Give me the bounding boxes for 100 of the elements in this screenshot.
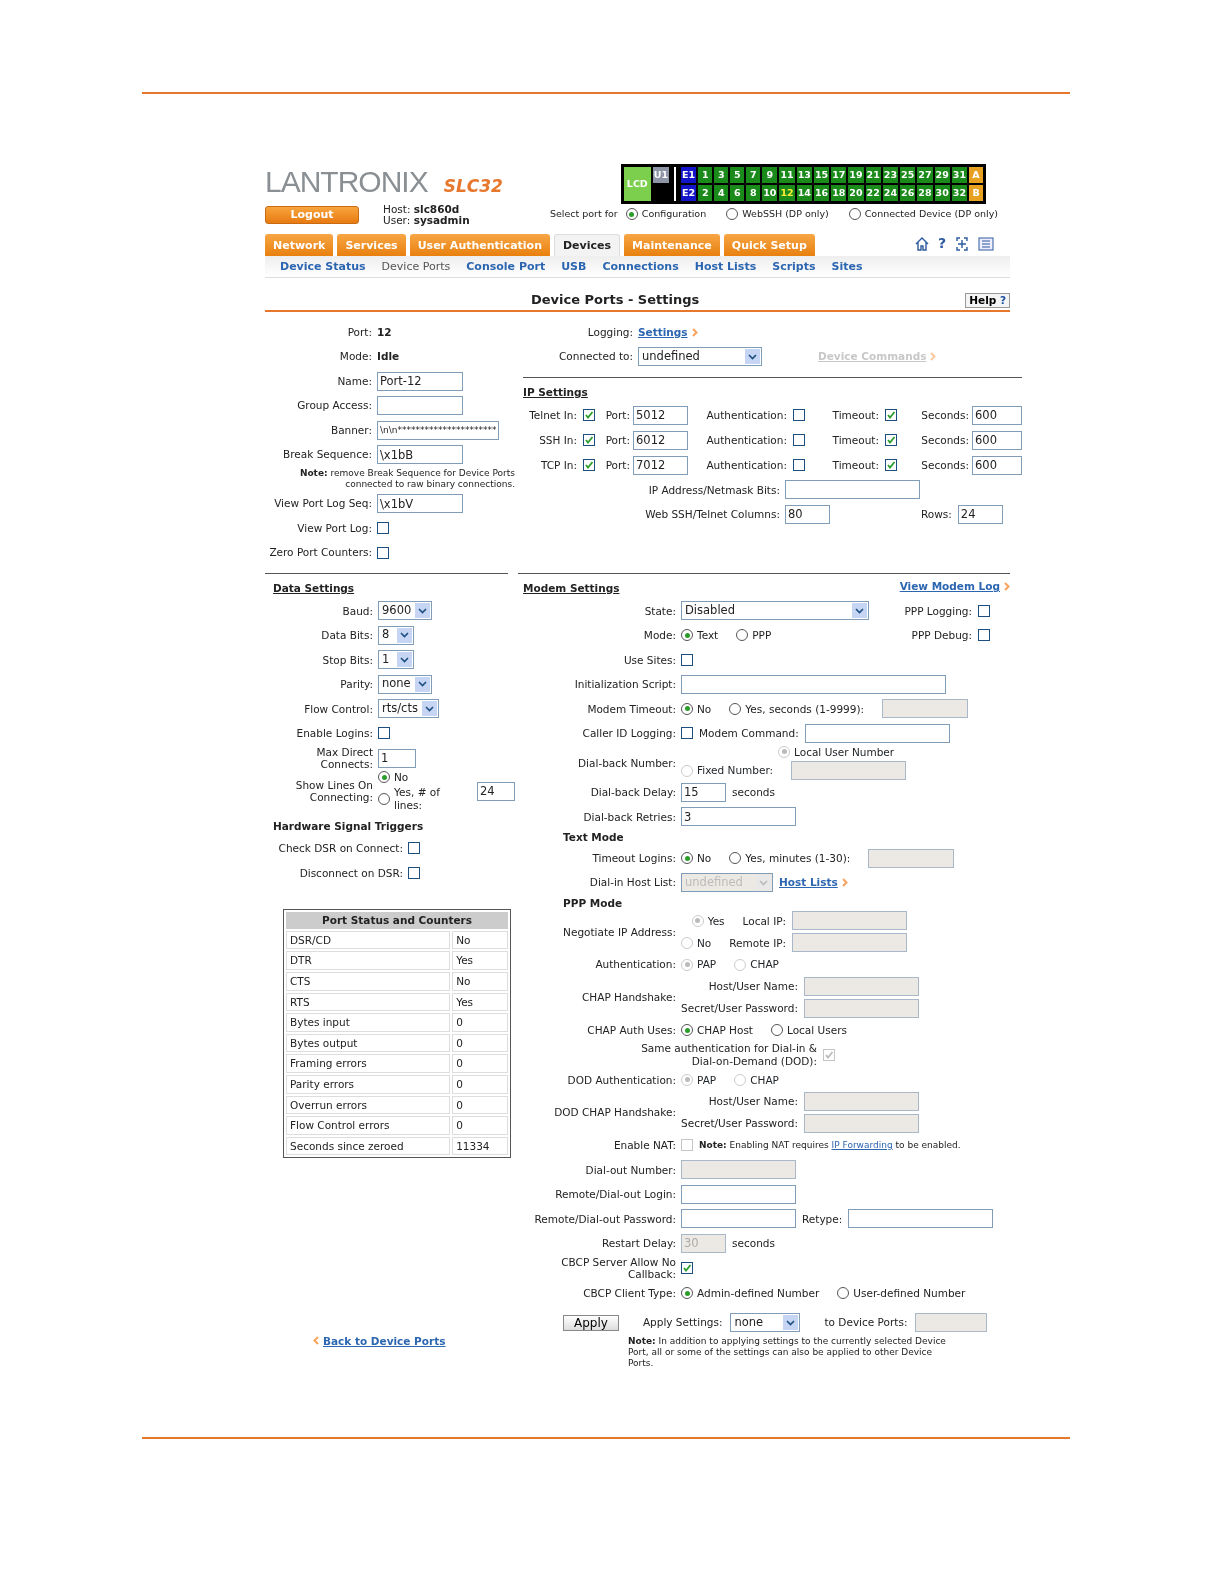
port-indicator[interactable]: 23 (882, 167, 899, 183)
input-field[interactable]: 1 (378, 748, 416, 768)
port-indicator[interactable]: 15 (813, 167, 830, 183)
port-indicator[interactable]: 3 (714, 167, 729, 183)
checkbox[interactable] (681, 1262, 693, 1275)
port-indicator[interactable]: 12 (779, 185, 795, 201)
radio-button[interactable] (736, 629, 749, 642)
link[interactable]: IP Forwarding (831, 1139, 893, 1150)
radio-button[interactable] (378, 792, 390, 805)
input-field[interactable]: 6012 (633, 430, 688, 450)
radio-label[interactable]: No (697, 702, 712, 716)
input-field[interactable] (848, 1209, 994, 1229)
port-indicator[interactable]: 13 (796, 167, 812, 183)
input-field[interactable]: \x1bV (377, 494, 463, 514)
port-indicator[interactable]: 10 (762, 185, 778, 201)
checkbox[interactable] (681, 653, 693, 666)
radio-label[interactable]: CHAP Host (697, 1023, 753, 1037)
port-indicator[interactable]: 21 (865, 167, 881, 183)
radio-button[interactable] (729, 852, 742, 865)
port-indicator[interactable]: 25 (900, 167, 916, 183)
link[interactable]: View Modem Log (899, 580, 1000, 593)
dropdown[interactable]: none (730, 1313, 801, 1333)
radio-button[interactable] (681, 702, 693, 715)
checkbox[interactable] (408, 866, 420, 879)
port-indicator[interactable]: 6 (730, 185, 745, 201)
radio-button[interactable] (681, 629, 693, 642)
port-indicator[interactable]: 17 (831, 167, 847, 183)
port-indicator[interactable]: 28 (917, 185, 933, 201)
dropdown[interactable]: 9600 (378, 601, 433, 621)
radio-button[interactable] (729, 702, 742, 715)
subnav-link[interactable]: Scripts (772, 260, 816, 274)
subnav-link[interactable]: Device Ports (381, 260, 451, 274)
port-indicator[interactable]: 2 (698, 185, 713, 201)
input-field[interactable] (915, 1313, 988, 1333)
port-indicator[interactable]: 27 (917, 167, 933, 183)
port-indicator[interactable]: 29 (934, 167, 950, 183)
radio-button[interactable] (848, 208, 861, 220)
input-field[interactable]: 3 (681, 807, 796, 827)
dropdown[interactable]: rts/cts (378, 699, 439, 719)
port-indicator[interactable]: 8 (746, 185, 761, 201)
radio-label[interactable]: Yes, seconds (1-9999): (745, 702, 865, 716)
radio-label[interactable]: PPP (752, 629, 772, 642)
input-field[interactable] (785, 480, 920, 500)
input-field[interactable] (377, 396, 463, 416)
checkbox[interactable] (583, 459, 595, 472)
radio-label[interactable]: WebSSH (DP only) (742, 208, 829, 220)
input-field[interactable]: 24 (957, 504, 1003, 524)
radio-button[interactable] (837, 1287, 850, 1299)
expand-icon[interactable] (954, 235, 970, 252)
port-indicator[interactable]: 14 (796, 185, 812, 201)
subnav-link[interactable]: Sites (831, 260, 863, 274)
dropdown[interactable]: Disabled (681, 601, 869, 621)
input-field[interactable]: 600 (972, 405, 1022, 425)
input-field[interactable]: 600 (972, 455, 1022, 475)
subnav-link[interactable]: Device Status (280, 260, 366, 274)
dropdown[interactable]: 8 (378, 625, 414, 645)
checkbox[interactable] (885, 409, 897, 422)
checkbox[interactable] (793, 409, 805, 422)
checkbox[interactable] (885, 459, 897, 472)
subnav-link[interactable]: Connections (602, 260, 679, 274)
radio-button[interactable] (771, 1024, 783, 1037)
port-indicator[interactable]: 31 (951, 167, 967, 183)
subnav-link[interactable]: USB (561, 260, 587, 274)
port-indicator[interactable]: 16 (813, 185, 830, 201)
radio-label[interactable]: Connected Device (DP only) (864, 208, 998, 220)
radio-label[interactable]: User-defined Number (853, 1286, 966, 1300)
checkbox[interactable] (978, 604, 990, 617)
radio-label[interactable]: Local Users (787, 1023, 847, 1037)
port-indicator[interactable]: 22 (865, 185, 881, 201)
dropdown[interactable]: 1 (378, 650, 414, 670)
radio-label[interactable]: Yes, minutes (1-30): (745, 851, 851, 865)
subnav-link[interactable]: Console Port (466, 260, 546, 274)
port-indicator[interactable]: 20 (848, 185, 864, 201)
port-indicator[interactable]: 30 (934, 185, 950, 201)
dropdown[interactable]: undefined (638, 347, 762, 367)
checkbox[interactable] (378, 727, 390, 740)
checkbox[interactable] (377, 522, 389, 535)
port-indicator[interactable]: 18 (831, 185, 847, 201)
port-indicator[interactable]: 7 (746, 167, 761, 183)
checkbox[interactable] (681, 727, 693, 740)
checkbox[interactable] (583, 434, 595, 447)
radio-label[interactable]: No (697, 851, 712, 865)
input-field[interactable]: 80 (785, 504, 830, 524)
checkbox[interactable] (583, 409, 595, 422)
port-indicator[interactable]: 5 (730, 167, 745, 183)
nav-tab[interactable]: Devices (554, 234, 621, 257)
radio-button[interactable] (378, 771, 390, 784)
input-field[interactable]: \x1bB (377, 445, 463, 465)
port-indicator[interactable]: 4 (714, 185, 729, 201)
radio-label[interactable]: Yes, # of lines: (394, 786, 459, 812)
input-field[interactable]: 24 (477, 781, 515, 801)
dropdown[interactable]: none (378, 674, 432, 694)
port-indicator[interactable]: 24 (882, 185, 899, 201)
radio-button[interactable] (726, 208, 739, 220)
radio-button[interactable] (625, 208, 638, 220)
home-icon[interactable] (913, 236, 930, 252)
input-field[interactable]: Port-12 (377, 371, 463, 391)
expansion-port[interactable]: E2 (681, 185, 697, 201)
checkbox[interactable] (793, 434, 805, 447)
link[interactable]: Host Lists (779, 876, 838, 889)
